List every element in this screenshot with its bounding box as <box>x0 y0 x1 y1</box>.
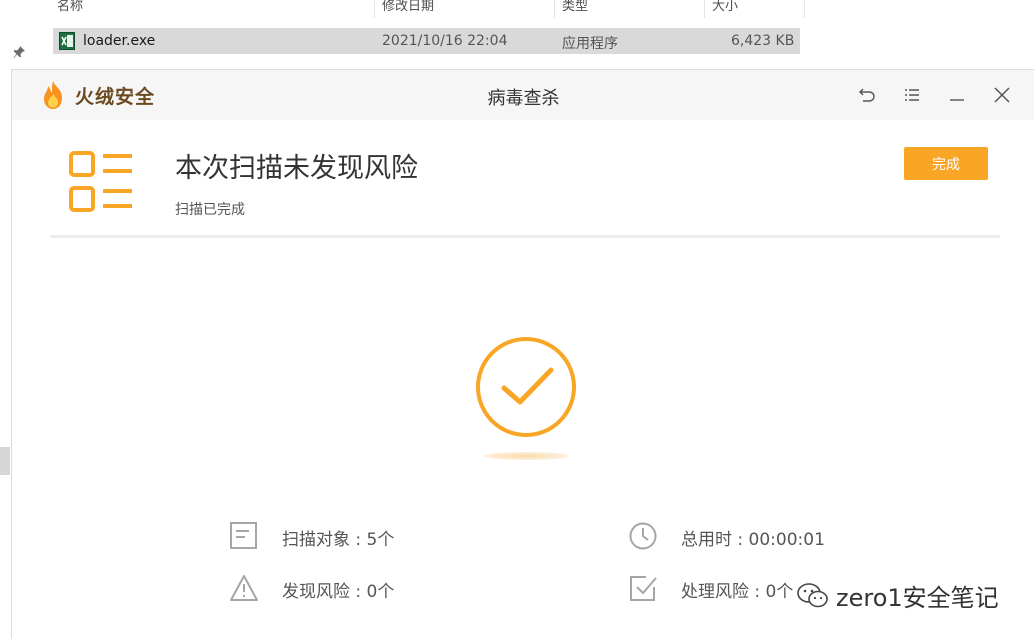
success-check-icon <box>475 336 577 462</box>
file-name: loader.exe <box>83 33 156 49</box>
column-header: 名称 修改日期 类型 大小 <box>0 0 805 18</box>
pin-icon[interactable] <box>12 44 26 58</box>
stat-elapsed: 总用时 : 00:00:01 <box>628 521 888 551</box>
clock-icon <box>628 521 658 551</box>
watermark-text: zero1安全笔记 <box>836 584 999 612</box>
back-icon[interactable] <box>857 85 877 105</box>
virus-scan-dialog: 火绒安全 病毒查杀 本次扫描未发现风险 扫描已完成 完成 扫描对象: 5个 总… <box>11 69 1034 639</box>
warning-icon <box>229 573 259 603</box>
scrollbar-thumb[interactable] <box>0 447 10 475</box>
column-separator[interactable] <box>804 0 805 18</box>
divider <box>50 235 1000 238</box>
column-modified[interactable]: 修改日期 <box>382 0 434 14</box>
handled-risk-count: 处理风险 : 0个 <box>681 582 794 602</box>
result-headline: 本次扫描未发现风险 <box>175 153 418 184</box>
file-explorer: 名称 修改日期 类型 大小 loader.exe 2021/10/16 22:0… <box>0 0 1034 70</box>
checkbox-icon <box>628 573 658 603</box>
file-size: 6,423 KB <box>731 33 795 49</box>
executable-file-icon <box>59 32 75 50</box>
column-separator[interactable] <box>374 0 375 18</box>
result-subline: 扫描已完成 <box>175 202 245 218</box>
stat-scanned: 扫描对象 : 5个 <box>229 521 489 551</box>
column-separator[interactable] <box>554 0 555 18</box>
stat-handled: 处理风险 : 0个 <box>628 573 808 603</box>
scanned-count: 扫描对象 : 5个 <box>282 530 395 550</box>
found-risk-count: 发现风险 : 0个 <box>282 582 395 602</box>
scan-report-icon <box>68 150 134 214</box>
close-icon[interactable] <box>992 85 1012 105</box>
menu-icon[interactable] <box>902 85 922 105</box>
dialog-title: 病毒查杀 <box>487 88 560 109</box>
wechat-watermark: zero1安全笔记 <box>796 578 1026 614</box>
file-row[interactable]: loader.exe 2021/10/16 22:04 应用程序 6,423 K… <box>53 28 800 54</box>
column-type[interactable]: 类型 <box>562 0 588 14</box>
column-separator[interactable] <box>704 0 705 18</box>
file-type: 应用程序 <box>562 36 618 52</box>
column-size[interactable]: 大小 <box>712 0 738 14</box>
done-button[interactable]: 完成 <box>904 147 988 180</box>
title-bar[interactable]: 火绒安全 病毒查杀 <box>12 70 1034 120</box>
wechat-icon <box>796 582 830 610</box>
column-name[interactable]: 名称 <box>57 0 83 14</box>
elapsed-time: 总用时 : 00:00:01 <box>681 530 825 550</box>
document-icon <box>229 521 259 551</box>
stat-found: 发现风险 : 0个 <box>229 573 489 603</box>
file-modified: 2021/10/16 22:04 <box>382 33 508 49</box>
minimize-icon[interactable] <box>947 85 967 105</box>
